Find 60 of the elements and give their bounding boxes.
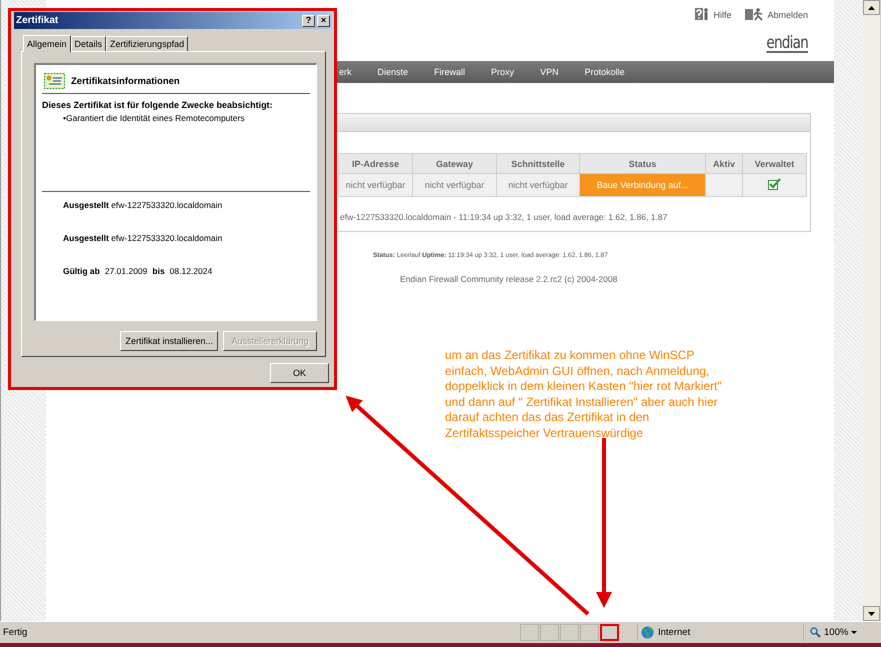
zone-text: Internet: [658, 627, 690, 638]
status-pane[interactable]: [600, 624, 619, 642]
status-pane[interactable]: [520, 624, 539, 642]
logo: endian: [766, 35, 808, 53]
field-label: Ausgestellt: [63, 200, 109, 210]
scroll-down-button[interactable]: [863, 606, 880, 622]
nav-item[interactable]: VPN: [527, 67, 572, 77]
scrollbar[interactable]: [863, 0, 880, 622]
purpose-heading: Dieses Zertifikat ist für folgende Zwecke beabsichtigt:: [42, 100, 274, 110]
nav-item[interactable]: Protokolle: [572, 67, 638, 77]
field-label: Ausgestellt: [63, 233, 109, 243]
logout-link[interactable]: Abmelden: [745, 8, 808, 21]
field-label: Gültig ab: [63, 266, 100, 276]
help-person-icon: [695, 8, 710, 21]
nav-item[interactable]: erk: [336, 67, 365, 77]
column-header: IP-Adresse: [338, 154, 412, 174]
ok-button[interactable]: OK: [270, 363, 329, 383]
up-arrow-icon: [868, 6, 875, 10]
nav-item[interactable]: Proxy: [478, 67, 528, 77]
footer-text: Endian Firewall Community release 2.2.rc2 (c) 2004-2008: [400, 274, 618, 284]
tab[interactable]: Details: [70, 36, 106, 51]
heading: Zertifikatsinformationen: [71, 76, 180, 86]
table-cell: nicht verfügbar: [496, 174, 580, 196]
window-title: Zertifikat: [16, 15, 58, 26]
zoom-control[interactable]: 100%: [803, 624, 864, 642]
column-header: Gateway: [412, 154, 496, 174]
field-value: 08.12.2024: [170, 266, 212, 276]
globe-icon: [641, 626, 654, 640]
status-text: Fertig: [2, 627, 28, 638]
nav-item[interactable]: Dienste: [364, 67, 422, 77]
status-pane[interactable]: [540, 624, 559, 642]
certificate-icon: [44, 73, 65, 89]
field-label: bis: [152, 266, 165, 276]
status-cell: Baue Verbindung auf...: [580, 174, 706, 196]
field-value: efw-1227533320.localdomain: [111, 200, 222, 210]
down-arrow-icon: [868, 612, 875, 616]
status-pane[interactable]: [580, 624, 599, 642]
magnifier-icon: [810, 627, 821, 638]
status-pane[interactable]: [560, 624, 579, 642]
column-header: Schnittstelle: [496, 154, 580, 174]
help-link[interactable]: Hilfe: [695, 8, 732, 21]
scroll-up-button[interactable]: [863, 0, 880, 15]
close-button[interactable]: ×: [317, 14, 330, 26]
caret-icon: [851, 631, 858, 634]
column-header: Aktiv: [706, 154, 742, 174]
nav-item[interactable]: Firewall: [421, 67, 478, 77]
table-cell: nicht verfügbar: [412, 174, 496, 196]
column-header: Verwaltet: [742, 154, 806, 174]
install-certificate-button[interactable]: Zertifikat installieren...: [120, 331, 218, 351]
uptime-text: efw-1227533320.localdomain - 11:19:34 up 3:32, 1 user, load average: 1.62, 1.86, 1.87: [340, 212, 668, 222]
purpose-item: •Garantiert die Identität eines Remotecomputers: [63, 113, 246, 123]
column-header: Status: [580, 154, 706, 174]
field-value: 27.01.2009: [104, 266, 148, 276]
help-button[interactable]: ?: [302, 14, 315, 26]
tab[interactable]: Zertifizierungspfad: [106, 36, 188, 51]
table-cell: nicht verfügbar: [338, 174, 412, 196]
field-value: efw-1227533320.localdomain: [111, 233, 222, 243]
annotation-text: um an das Zertifikat zu kommen ohne WinSCP einfach, WebAdmin GUI öffnen, nach Anmeldung, doppelklick in dem kleinen Kasten "hier rot Markiert" und dann auf " Zertifikat Installieren" aber auch hier darauf achten das das Zertifikat in den Zertifaktsspeicher Vertrauenswürdige: [445, 348, 722, 441]
exit-door-icon: [745, 8, 764, 21]
tab[interactable]: Allgemein: [23, 35, 71, 52]
